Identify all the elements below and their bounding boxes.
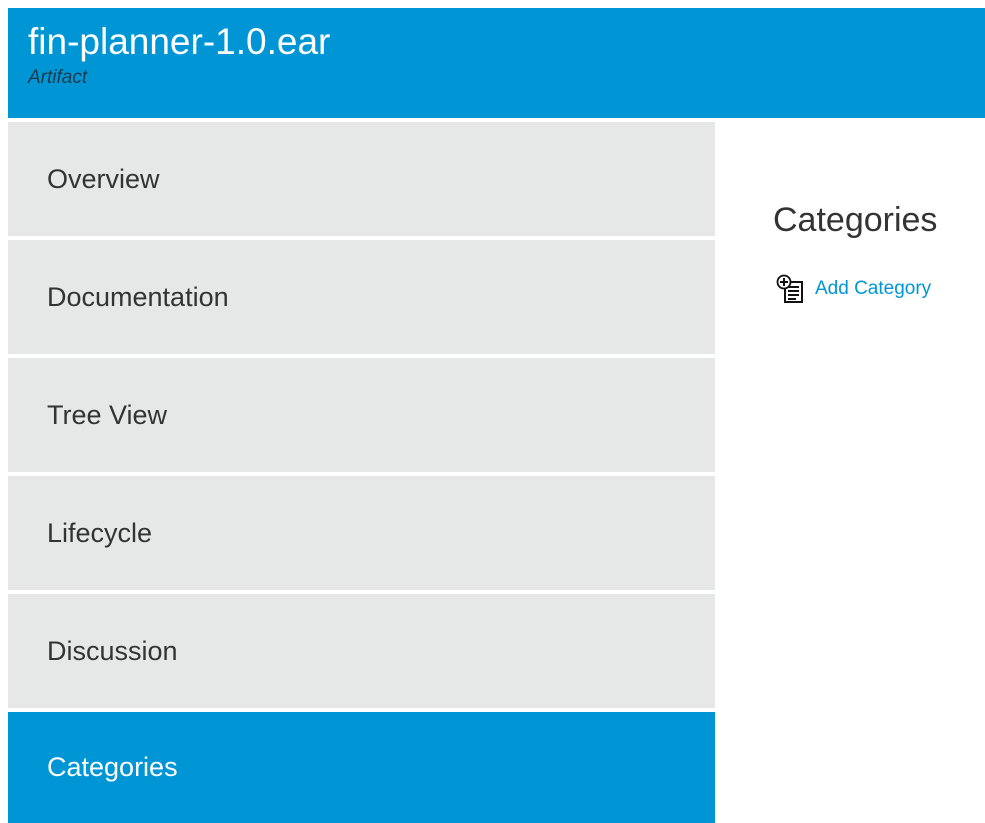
nav-item-lifecycle[interactable]: Lifecycle (8, 476, 715, 590)
add-category-label: Add Category (815, 278, 932, 299)
nav-item-label: Tree View (47, 400, 168, 430)
nav-item-label: Discussion (47, 636, 178, 666)
artifact-type: Artifact (28, 67, 88, 88)
nav-item-label: Categories (47, 752, 178, 782)
nav-item-categories[interactable]: Categories (8, 712, 715, 823)
nav-item-tree-view[interactable]: Tree View (8, 358, 715, 472)
nav-item-label: Overview (47, 164, 160, 194)
artifact-header: fin-planner-1.0.ear Artifact (8, 8, 985, 118)
artifact-nav: Overview Documentation Tree View Lifecyc… (8, 122, 715, 823)
nav-item-documentation[interactable]: Documentation (8, 240, 715, 354)
nav-item-overview[interactable]: Overview (8, 122, 715, 236)
page-title: Categories (773, 201, 938, 239)
artifact-title: fin-planner-1.0.ear (28, 21, 331, 62)
add-document-icon (776, 274, 806, 304)
nav-item-label: Lifecycle (47, 518, 153, 548)
nav-item-discussion[interactable]: Discussion (8, 594, 715, 708)
nav-item-label: Documentation (47, 282, 229, 312)
